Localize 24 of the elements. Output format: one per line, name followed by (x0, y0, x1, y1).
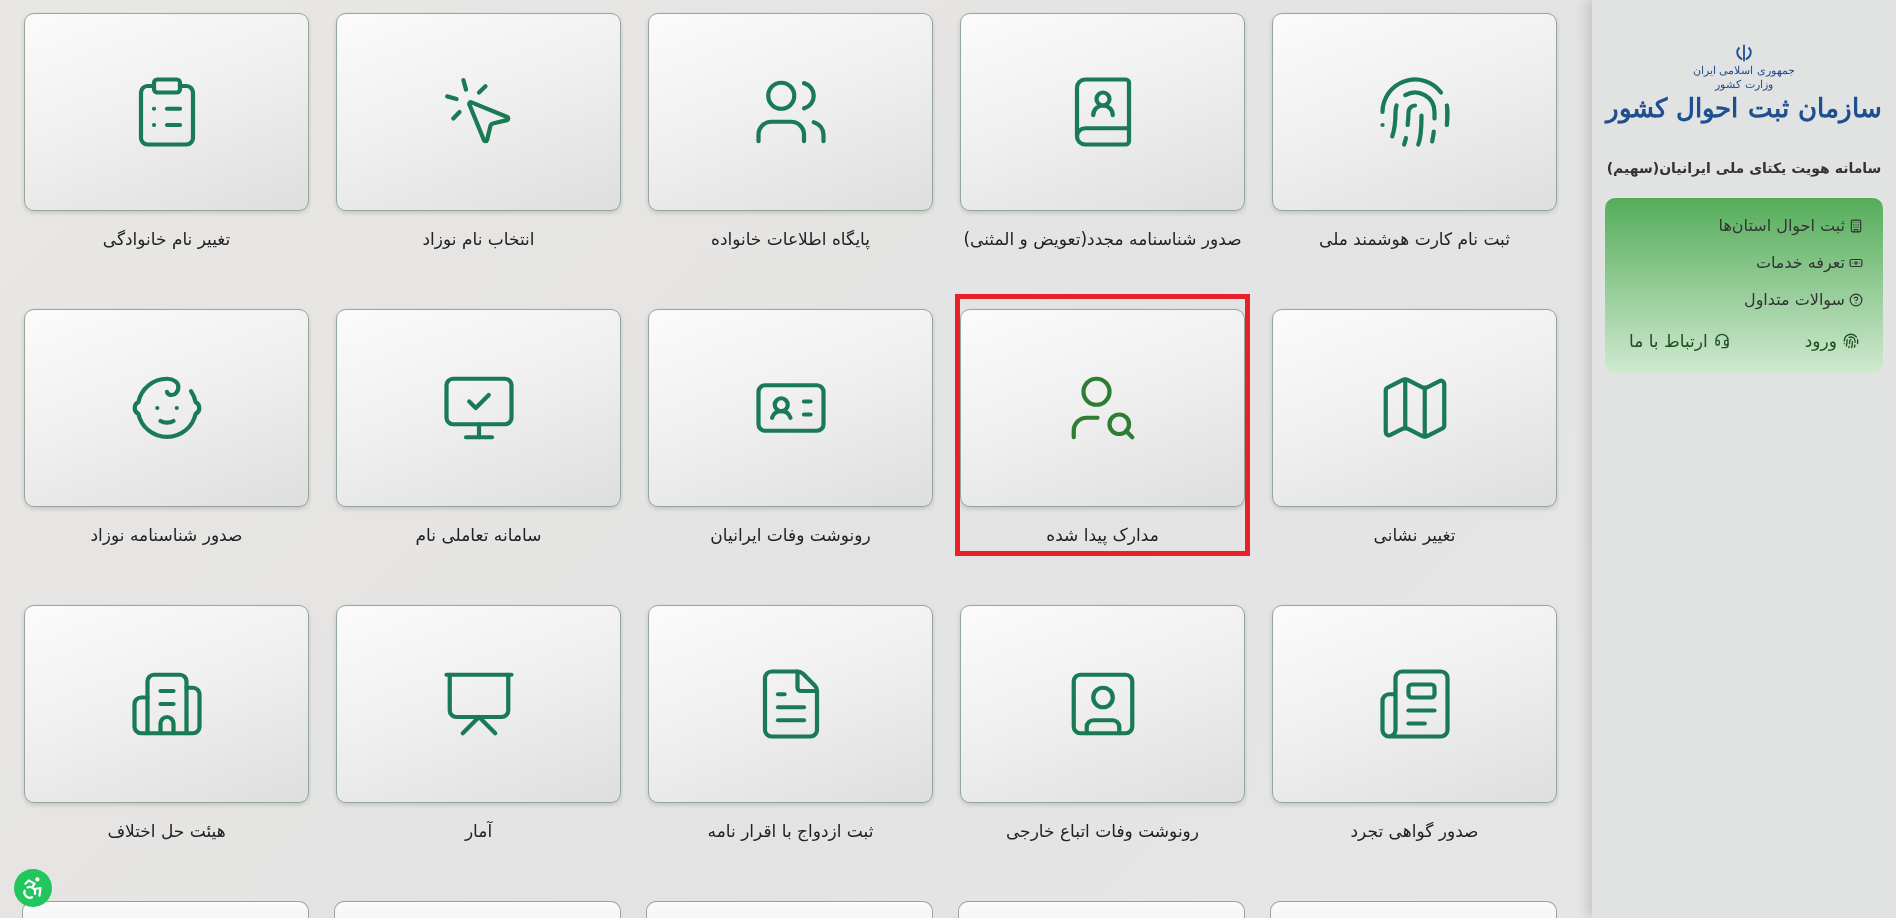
service-label: پایگاه اطلاعات خانواده (710, 229, 871, 249)
login-link[interactable]: ورود (1804, 331, 1859, 351)
service-label: سامانه تعاملی نام (415, 525, 542, 545)
service-label: آمار (464, 821, 493, 841)
contact-link[interactable]: ارتباط با ما (1629, 331, 1730, 351)
service-label: ثبت نام کارت هوشمند ملی (1319, 229, 1510, 249)
logo-text: سازمان ثبت احوال کشور (1606, 92, 1882, 124)
system-title: سامانه هویت یکتای ملی ایرانیان(سهیم) (1606, 160, 1882, 176)
menu-link[interactable]: تعرفه خدمات (1625, 253, 1863, 272)
service-label: رونوشت وفات ایرانیان (710, 525, 871, 545)
service-label: صدور شناسنامه نوزاد (90, 525, 243, 545)
service-label: مدارک پیدا شده (1046, 525, 1159, 545)
menu-link[interactable]: ثبت احوال استان‌ها (1625, 216, 1863, 235)
service-label: انتخاب نام نوزاد (422, 229, 535, 249)
service-label: رونوشت وفات اتباع خارجی (1005, 821, 1200, 841)
service-label: هیئت حل اختلاف (107, 821, 226, 841)
service-label: تغییر نشانی (1373, 525, 1456, 545)
service-label: تغییر نام خانوادگی (102, 229, 231, 249)
logo-text: وزارت کشور (1715, 78, 1773, 92)
service-label: ثبت ازدواج با اقرار نامه (707, 821, 874, 841)
service-label: صدور شناسنامه مجدد(تعویض و المثنی) (963, 229, 1242, 249)
logo-text: جمهوری اسلامی ایران (1693, 64, 1795, 78)
menu-link[interactable]: سوالات متداول (1625, 290, 1863, 309)
service-label: صدور گواهی تجرد (1350, 821, 1479, 841)
